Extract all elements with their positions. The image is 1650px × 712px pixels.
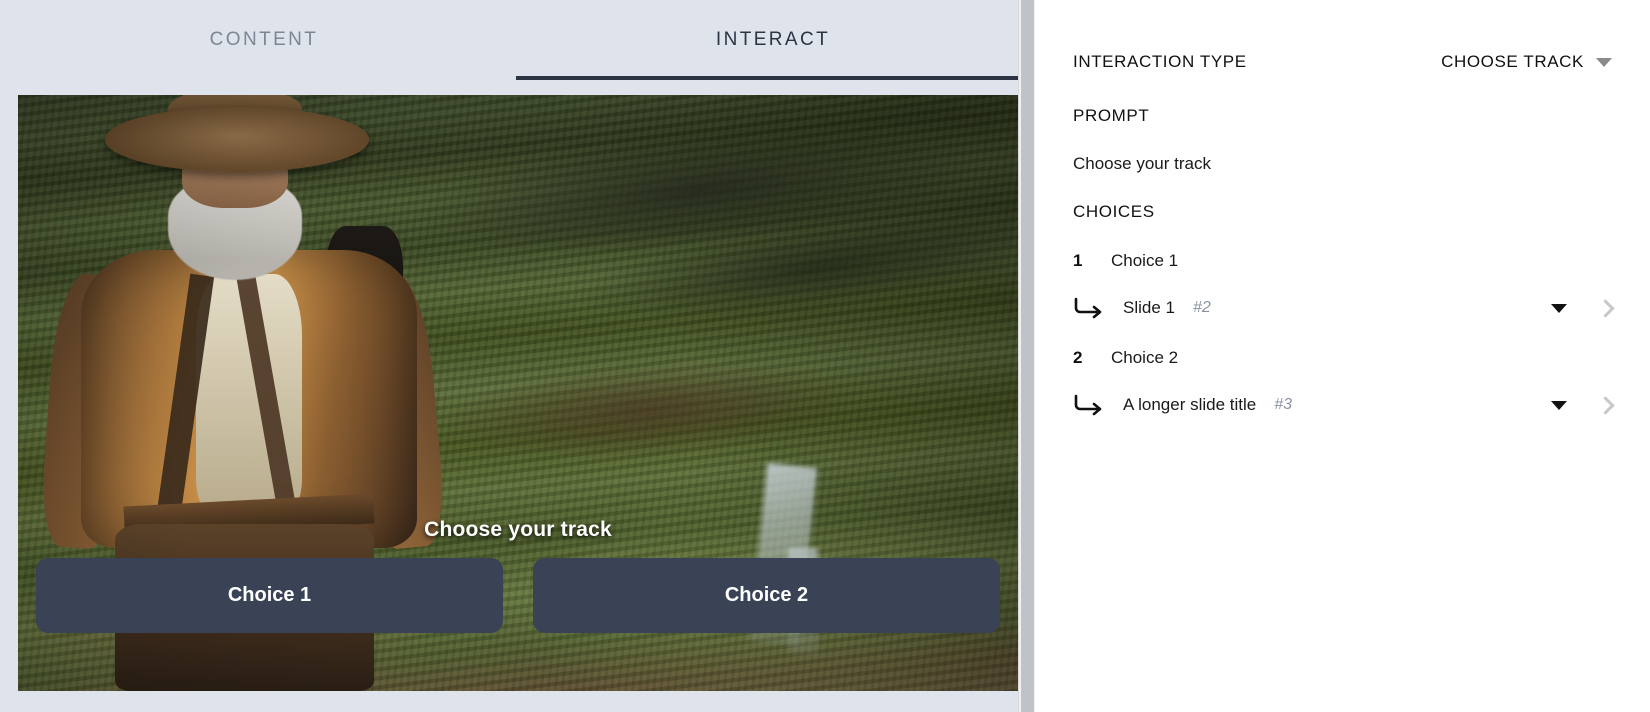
caret-down-icon-1: [1551, 303, 1567, 313]
tab-bar: CONTENT INTERACT: [0, 0, 1018, 80]
choice-target-title-1: Slide 1: [1123, 298, 1175, 317]
overlay-choice-button-1-label: Choice 1: [227, 584, 312, 606]
overlay-choice-button-2[interactable]: Choice 2: [533, 558, 1000, 633]
choice-label-1: Choice 1: [1111, 251, 1179, 270]
interaction-type-value: CHOOSE TRACK: [1441, 52, 1584, 71]
arrow-turn-down-right-icon: [1073, 297, 1123, 319]
scrollbar-thumb[interactable]: [1021, 0, 1034, 712]
tab-interact[interactable]: INTERACT: [528, 0, 1018, 80]
overlay-choice-button-2-label: Choice 2: [724, 584, 809, 606]
prompt-label: PROMPT: [1073, 106, 1150, 125]
prompt-value[interactable]: Choose your track: [1073, 154, 1612, 174]
tab-interact-label: INTERACT: [715, 29, 831, 50]
choices-label: CHOICES: [1073, 202, 1155, 221]
interaction-type-label: INTERACTION TYPE: [1073, 52, 1247, 71]
chevron-right-icon-2[interactable]: [1596, 395, 1615, 415]
choice-target-row-1[interactable]: Slide 1 #2: [1073, 297, 1615, 319]
chevron-down-icon: [1596, 57, 1612, 67]
chevron-right-icon-1[interactable]: [1596, 298, 1615, 318]
choice-row-2[interactable]: 2 Choice 2: [1073, 348, 1612, 368]
editor-vertical-scrollbar[interactable]: [1018, 0, 1035, 712]
interaction-type-row: INTERACTION TYPE CHOOSE TRACK: [1073, 40, 1612, 84]
interaction-inspector-panel: INTERACTION TYPE CHOOSE TRACK PROMPT Cho…: [1035, 0, 1650, 712]
arrow-turn-down-right-icon-2: [1073, 394, 1123, 416]
choice-target-dropdown-1[interactable]: [1551, 303, 1567, 313]
interaction-type-dropdown[interactable]: CHOOSE TRACK: [1441, 52, 1612, 72]
choice-target-ref-2: #3: [1274, 396, 1293, 413]
overlay-choice-button-1[interactable]: Choice 1: [36, 558, 503, 633]
overlay-prompt-text: Choose your track: [424, 518, 612, 541]
choice-label-2: Choice 2: [1111, 348, 1179, 367]
tab-content[interactable]: CONTENT: [0, 0, 528, 80]
choice-target-ref-1: #2: [1192, 299, 1211, 316]
active-tab-indicator: [516, 76, 1018, 80]
overlay-choice-buttons: Choice 1 Choice 2: [36, 558, 1000, 633]
choice-target-title-2: A longer slide title: [1123, 395, 1257, 414]
editor-pane: CONTENT INTERACT Choose your track Choic…: [0, 0, 1018, 712]
choice-target-row-2[interactable]: A longer slide title #3: [1073, 394, 1615, 416]
choice-row-1[interactable]: 1 Choice 1: [1073, 251, 1612, 271]
choice-target-dropdown-2[interactable]: [1551, 400, 1567, 410]
interaction-editor-app: CONTENT INTERACT Choose your track Choic…: [0, 0, 1650, 712]
choice-number-2: 2: [1073, 348, 1083, 367]
tab-content-label: CONTENT: [209, 29, 319, 50]
caret-down-icon-2: [1551, 400, 1567, 410]
slide-preview[interactable]: Choose your track Choice 1 Choice 2: [18, 95, 1018, 691]
choice-number-1: 1: [1073, 251, 1083, 270]
